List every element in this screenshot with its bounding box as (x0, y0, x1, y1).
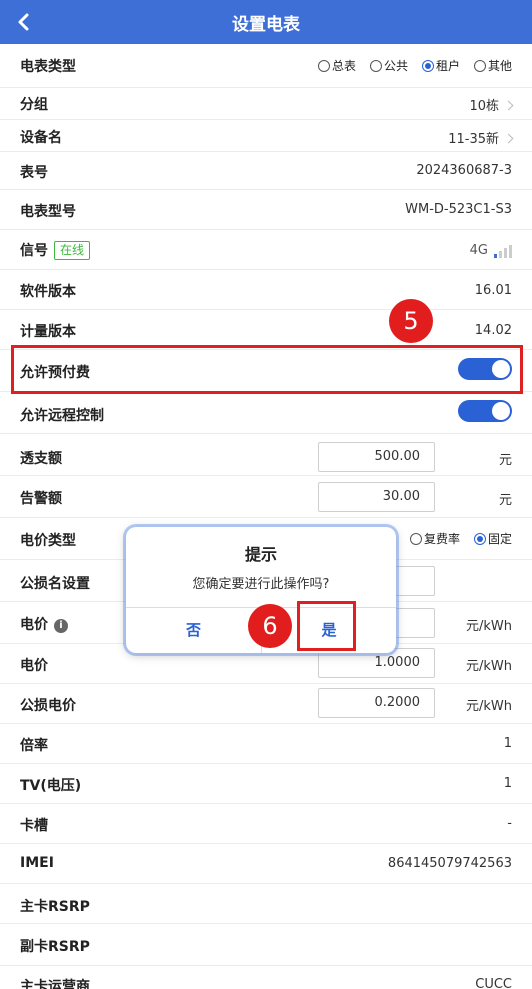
overdraft-input[interactable]: 500.00 (318, 442, 435, 472)
imei-label: IMEI (20, 855, 54, 871)
dialog-cancel-button[interactable]: 否 (126, 607, 261, 653)
imei-value: 864145079742563 (387, 856, 512, 871)
price-2-label: 电价 (20, 658, 48, 674)
dialog-title: 提示 (244, 545, 277, 564)
signal-row: 信号 在线 4G (0, 230, 532, 270)
signal-label: 信号 (20, 243, 48, 259)
device-name-row[interactable]: 设备名 11-35新 (0, 120, 532, 152)
tv-row: TV(电压) 1 (0, 764, 532, 804)
chevron-right-icon (503, 133, 514, 144)
radio-icon (409, 532, 422, 545)
model-label: 电表型号 (20, 204, 76, 220)
device-name-value: 11-35新 (448, 132, 499, 147)
main-operator-value: CUCC (475, 977, 512, 989)
overdraft-label: 透支额 (20, 451, 62, 467)
group-label: 分组 (20, 97, 48, 113)
meter-type-label: 电表类型 (20, 59, 76, 75)
group-value: 10栋 (469, 99, 499, 114)
signal-bar-icon (499, 251, 502, 258)
card-slot-label: 卡槽 (20, 818, 48, 834)
model-value: WM-D-523C1-S3 (405, 202, 512, 217)
allow-remote-toggle[interactable] (458, 400, 512, 422)
metering-version-row: 计量版本 14.02 (0, 310, 532, 350)
alarm-row: 告警额 30.00 元 (0, 476, 532, 518)
loss-price-unit: 元/kWh (465, 699, 512, 714)
radio-icon (369, 59, 382, 72)
metering-version-label: 计量版本 (20, 324, 76, 340)
software-version-value: 16.01 (474, 283, 512, 298)
signal-bar-icon (509, 245, 512, 258)
radio-selected-icon (421, 59, 434, 72)
sub-rsrp-label: 副卡RSRP (20, 939, 90, 955)
meter-no-row: 表号 2024360687-3 (0, 152, 532, 190)
signal-bar-icon (504, 248, 507, 258)
main-rsrp-label: 主卡RSRP (20, 899, 90, 915)
software-version-row: 软件版本 16.01 (0, 270, 532, 310)
main-rsrp-row: 主卡RSRP (0, 884, 532, 924)
meter-type-option-public[interactable]: 公共 (369, 57, 408, 74)
price-type-option-fixed[interactable]: 固定 (473, 530, 512, 547)
highlight-box-confirm (297, 601, 356, 651)
loss-name-label: 公损名设置 (20, 576, 90, 592)
alarm-input[interactable]: 30.00 (318, 482, 435, 512)
meter-no-value: 2024360687-3 (416, 163, 512, 178)
app-header: 设置电表 (0, 0, 532, 44)
price-type-label: 电价类型 (20, 533, 76, 549)
price-1-unit: 元/kWh (465, 619, 512, 634)
step-6-badge: 6 (248, 604, 292, 648)
highlight-box-prepay (11, 345, 523, 394)
model-row: 电表型号 WM-D-523C1-S3 (0, 190, 532, 230)
radio-icon (317, 59, 330, 72)
alarm-label: 告警额 (20, 491, 62, 507)
metering-version-value: 14.02 (474, 323, 512, 338)
allow-remote-row: 允许远程控制 (0, 392, 532, 434)
step-5-badge: 5 (389, 299, 433, 343)
tv-label: TV(电压) (20, 778, 82, 794)
alarm-unit: 元 (498, 493, 512, 508)
page-title: 设置电表 (232, 15, 300, 35)
loss-price-input[interactable]: 0.2000 (318, 688, 435, 718)
radio-selected-icon (473, 532, 486, 545)
price-type-radio-group: 复费率 固定 (409, 518, 512, 559)
loss-price-label: 公损电价 (20, 698, 76, 714)
ratio-label: 倍率 (20, 738, 48, 754)
allow-remote-label: 允许远程控制 (20, 408, 104, 424)
meter-no-label: 表号 (20, 165, 48, 181)
imei-row: IMEI 864145079742563 (0, 844, 532, 884)
info-icon[interactable]: i (54, 619, 68, 633)
meter-type-option-other[interactable]: 其他 (473, 57, 512, 74)
tv-value: 1 (503, 776, 512, 791)
toggle-knob (492, 402, 510, 420)
online-status-badge: 在线 (54, 241, 91, 260)
device-name-label: 设备名 (20, 130, 62, 146)
meter-type-option-total[interactable]: 总表 (317, 57, 356, 74)
price-2-unit: 元/kWh (465, 659, 512, 674)
ratio-row: 倍率 1 (0, 724, 532, 764)
main-operator-row: 主卡运营商 CUCC (0, 966, 532, 989)
dialog-message: 您确定要进行此操作吗? (192, 577, 330, 592)
radio-icon (473, 59, 486, 72)
sub-rsrp-row: 副卡RSRP (0, 924, 532, 966)
ratio-value: 1 (503, 736, 512, 751)
card-slot-value: - (507, 816, 512, 831)
meter-type-option-tenant[interactable]: 租户 (421, 57, 460, 74)
network-type: 4G (469, 243, 488, 258)
main-operator-label: 主卡运营商 (20, 979, 90, 989)
meter-type-row: 电表类型 总表 公共 租户 其他 (0, 44, 532, 88)
chevron-right-icon (503, 100, 514, 111)
overdraft-unit: 元 (498, 453, 512, 468)
meter-type-radio-group: 总表 公共 租户 其他 (317, 44, 512, 87)
overdraft-row: 透支额 500.00 元 (0, 434, 532, 476)
card-slot-row: 卡槽 - (0, 804, 532, 844)
software-version-label: 软件版本 (20, 284, 76, 300)
group-row[interactable]: 分组 10栋 (0, 88, 532, 120)
price-1-label: 电价 (20, 617, 48, 633)
signal-strength-indicator: 4G (470, 243, 512, 258)
price-type-option-multi[interactable]: 复费率 (409, 530, 460, 547)
loss-price-row: 公损电价 0.2000 元/kWh (0, 684, 532, 724)
signal-bar-icon (494, 254, 497, 258)
